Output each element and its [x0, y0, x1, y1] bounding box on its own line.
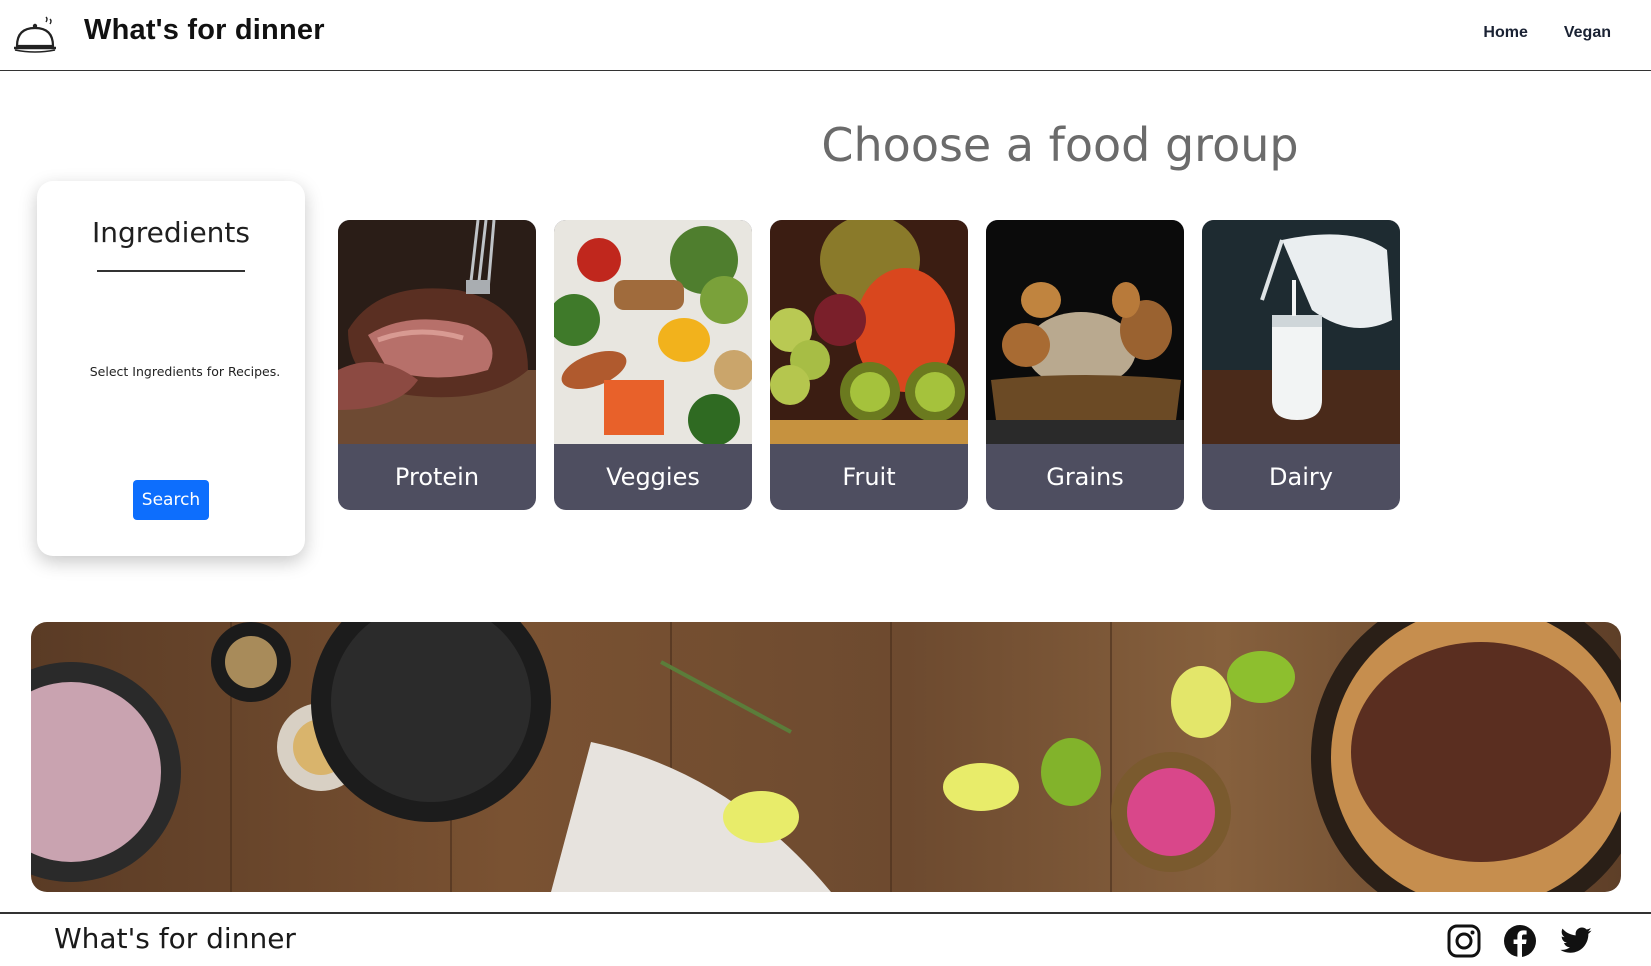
instagram-icon[interactable]: [1447, 924, 1481, 958]
ingredients-prompt: Select Ingredients for Recipes.: [89, 364, 281, 379]
page-title: Choose a food group: [821, 118, 1299, 172]
ingredients-title: Ingredients: [92, 216, 250, 249]
nav-link-vegan[interactable]: Vegan: [1564, 24, 1611, 42]
fruit-image: [770, 220, 968, 444]
food-group-card-grains[interactable]: Grains: [986, 220, 1184, 510]
milk-image: [1202, 220, 1400, 444]
vegetables-image: [554, 220, 752, 444]
main-nav: Home Vegan: [1483, 24, 1611, 42]
site-brand[interactable]: What's for dinner: [84, 14, 325, 47]
social-links: [1447, 924, 1593, 958]
food-group-label: Veggies: [606, 463, 700, 491]
food-group-card-protein[interactable]: Protein: [338, 220, 536, 510]
top-navbar: What's for dinner Home Vegan: [0, 0, 1651, 71]
bread-image: [986, 220, 1184, 444]
food-group-card-fruit[interactable]: Fruit: [770, 220, 968, 510]
twitter-icon[interactable]: [1559, 924, 1593, 958]
steak-image: [338, 220, 536, 444]
facebook-icon[interactable]: [1503, 924, 1537, 958]
ingredients-panel: Ingredients Select Ingredients for Recip…: [37, 181, 305, 556]
search-button[interactable]: Search: [133, 480, 209, 520]
hero-banner-image: [31, 622, 1621, 892]
food-group-label: Grains: [1046, 463, 1124, 491]
footer-brand[interactable]: What's for dinner: [54, 922, 296, 955]
food-group-card-dairy[interactable]: Dairy: [1202, 220, 1400, 510]
cloche-icon[interactable]: [12, 16, 58, 54]
footer-divider: [0, 912, 1651, 914]
food-group-label: Protein: [394, 463, 480, 491]
food-group-label: Dairy: [1269, 463, 1333, 491]
food-group-label: Fruit: [842, 463, 896, 491]
nav-link-home[interactable]: Home: [1483, 24, 1527, 42]
title-divider: [97, 270, 245, 272]
food-group-card-veggies[interactable]: Veggies: [554, 220, 752, 510]
